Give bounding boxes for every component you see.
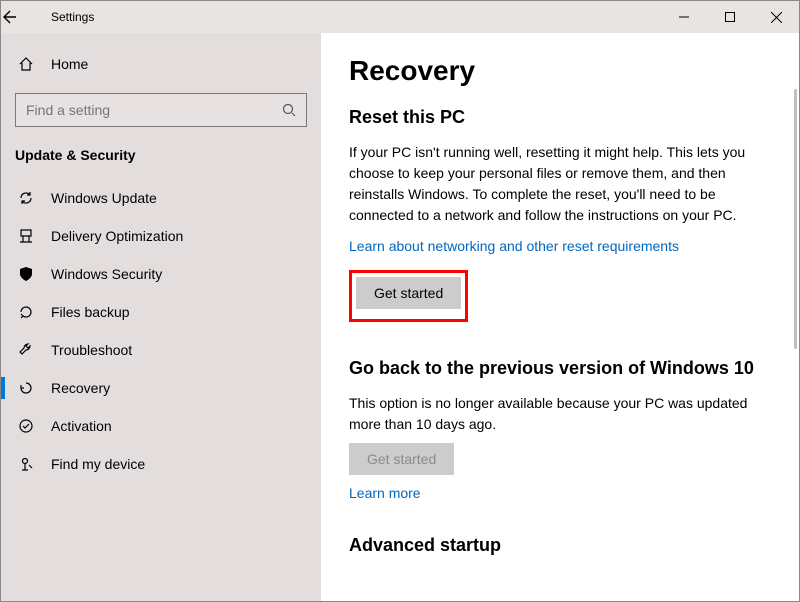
sidebar-item-label: Troubleshoot: [51, 342, 132, 358]
goback-learn-more-link[interactable]: Learn more: [349, 485, 421, 501]
search-field[interactable]: [26, 102, 282, 118]
sidebar-category: Update & Security: [1, 141, 321, 179]
minimize-button[interactable]: [661, 1, 707, 33]
home-icon: [15, 56, 37, 72]
sidebar-item-label: Delivery Optimization: [51, 228, 183, 244]
delivery-icon: [15, 228, 37, 244]
close-icon: [771, 12, 782, 23]
scrollbar[interactable]: [794, 89, 797, 349]
sidebar-item-troubleshoot[interactable]: Troubleshoot: [1, 331, 321, 369]
shield-icon: [15, 266, 37, 282]
goback-description: This option is no longer available becau…: [349, 393, 771, 435]
back-button[interactable]: [1, 9, 45, 25]
reset-heading: Reset this PC: [349, 107, 771, 128]
sidebar-item-recovery[interactable]: Recovery: [1, 369, 321, 407]
titlebar: Settings: [1, 1, 799, 33]
activation-icon: [15, 418, 37, 434]
maximize-button[interactable]: [707, 1, 753, 33]
sidebar-item-delivery-optimization[interactable]: Delivery Optimization: [1, 217, 321, 255]
maximize-icon: [725, 12, 735, 22]
sidebar-item-activation[interactable]: Activation: [1, 407, 321, 445]
minimize-icon: [679, 12, 689, 22]
recovery-icon: [15, 380, 37, 396]
wrench-icon: [15, 342, 37, 358]
sidebar: Home Update & Security Windows Update De…: [1, 33, 321, 601]
sidebar-item-label: Windows Security: [51, 266, 162, 282]
goback-get-started-button: Get started: [349, 443, 454, 475]
search-icon: [282, 103, 296, 117]
sidebar-item-windows-security[interactable]: Windows Security: [1, 255, 321, 293]
advanced-heading: Advanced startup: [349, 535, 771, 556]
sidebar-item-label: Activation: [51, 418, 112, 434]
reset-description: If your PC isn't running well, resetting…: [349, 142, 771, 226]
backup-icon: [15, 304, 37, 320]
arrow-left-icon: [1, 9, 17, 25]
reset-get-started-button[interactable]: Get started: [356, 277, 461, 309]
close-button[interactable]: [753, 1, 799, 33]
sidebar-item-label: Windows Update: [51, 190, 157, 206]
highlight-annotation: Get started: [349, 270, 468, 322]
search-input[interactable]: [15, 93, 307, 127]
sidebar-item-windows-update[interactable]: Windows Update: [1, 179, 321, 217]
sidebar-home-label: Home: [51, 56, 88, 72]
sidebar-item-files-backup[interactable]: Files backup: [1, 293, 321, 331]
find-device-icon: [15, 456, 37, 472]
sidebar-item-label: Recovery: [51, 380, 110, 396]
window-title: Settings: [51, 10, 94, 24]
goback-heading: Go back to the previous version of Windo…: [349, 358, 771, 379]
sync-icon: [15, 190, 37, 206]
sidebar-home[interactable]: Home: [1, 43, 321, 85]
reset-link[interactable]: Learn about networking and other reset r…: [349, 238, 679, 254]
settings-window: Settings Home Update & Security Windows …: [0, 0, 800, 602]
sidebar-item-label: Find my device: [51, 456, 145, 472]
sidebar-item-find-my-device[interactable]: Find my device: [1, 445, 321, 483]
sidebar-item-label: Files backup: [51, 304, 130, 320]
page-title: Recovery: [349, 55, 771, 87]
main-content: Recovery Reset this PC If your PC isn't …: [321, 33, 799, 601]
